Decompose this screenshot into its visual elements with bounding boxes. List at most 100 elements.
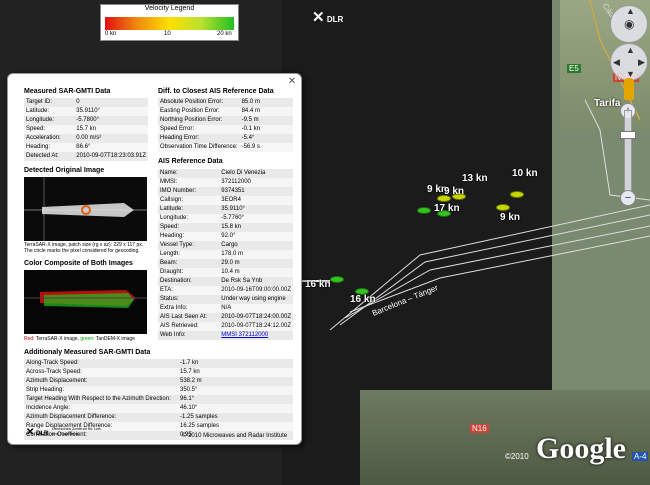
row-key: Heading: — [158, 232, 220, 241]
legend-tick: 20 kn — [217, 31, 232, 37]
row-key: Vessel Type: — [158, 241, 220, 250]
row-key: MMSI: — [158, 178, 220, 187]
arrow-right-icon[interactable]: ▶ — [638, 57, 645, 68]
ship-marker[interactable] — [496, 204, 510, 211]
zoom-slider[interactable] — [624, 110, 632, 197]
table-row: Destination: De Rsk Sa Ynb — [158, 277, 293, 286]
caption-red-label: Red: — [24, 336, 35, 342]
arrow-left-icon[interactable]: ◀ — [613, 57, 620, 68]
ship-speed-label: 17 kn — [434, 203, 460, 214]
additional-title: Additionaly Measured SAR-GMTI Data — [24, 349, 151, 356]
row-key: Incidence Angle: — [24, 404, 178, 413]
eye-icon: ◉ — [624, 17, 635, 31]
row-key: Target Heading With Respect to the Azimu… — [24, 395, 178, 404]
row-value: Cielo Di Venezia — [219, 169, 293, 178]
caption-end: TanDEM-X image — [94, 336, 135, 342]
row-key: Longitude: — [24, 116, 75, 125]
row-value: -5.4° — [239, 134, 293, 143]
row-key: Draught: — [158, 268, 220, 277]
ship-speed-label: 16 kn — [350, 294, 376, 305]
dlr-map-label: DLR — [326, 15, 344, 24]
table-row: Vessel Type: Cargo — [158, 241, 293, 250]
row-key: Web Info: — [158, 331, 220, 340]
table-row: Along-Track Speed: -1.7 kn — [24, 359, 293, 368]
row-key: Length: — [158, 250, 220, 259]
ship-marker[interactable] — [330, 276, 344, 283]
row-value: 15.7 kn — [178, 368, 293, 377]
row-value: 85.0 m — [239, 98, 293, 107]
caption-mid: TerraSAR-X image, — [34, 336, 81, 342]
ship-marker[interactable] — [437, 195, 451, 202]
row-value: 15.8 kn — [219, 223, 293, 232]
row-key: Along-Track Speed: — [24, 359, 178, 368]
row-value: -9.5 m — [239, 116, 293, 125]
table-row: Speed: 15.8 kn — [158, 223, 293, 232]
dlr-panel-logo: ✕ DLR — [26, 427, 48, 438]
table-row: Beam: 29.0 m — [158, 259, 293, 268]
dlr-logo-text: DLR — [36, 431, 49, 437]
ship-info-balloon: ✕ Measured SAR-GMTI Data Target ID: 0 Lati… — [7, 73, 302, 445]
look-control[interactable]: ▲ ◉ — [610, 5, 648, 43]
town-tarifa[interactable]: Tarifa — [594, 98, 621, 109]
pegman-icon[interactable] — [624, 78, 634, 100]
move-control[interactable]: ▲ ▼ ◀ ▶ — [610, 43, 648, 81]
row-value: 2010-09-16T09:00:00.00Z — [219, 286, 293, 295]
row-value: -5.7800° — [74, 116, 148, 125]
row-value: 92.0° — [219, 232, 293, 241]
table-row: AIS Last Seen At: 2010-09-07T18:24:00.00Z — [158, 313, 293, 322]
zoom-slider-thumb[interactable] — [620, 131, 636, 139]
row-value: -56.9 s — [239, 143, 293, 152]
velocity-legend: Velocity Legend 0 kn 10 20 kn — [100, 4, 239, 41]
composite-title: Color Composite of Both Images — [24, 260, 133, 267]
ais-table: Name: Cielo Di Venezia MMSI: 372112000 IMO N… — [158, 169, 293, 340]
table-row: Target Heading With Respect to the Azimu… — [24, 395, 293, 404]
row-value: -1.7 kn — [178, 359, 293, 368]
row-value: Under way using engine — [219, 295, 293, 304]
table-row: Strip Heading: 350.5° — [24, 386, 293, 395]
row-key: Latitude: — [158, 205, 220, 214]
table-row: Name: Cielo Di Venezia — [158, 169, 293, 178]
row-value: 178.0 m — [219, 250, 293, 259]
arrow-up-icon[interactable]: ▲ — [626, 45, 635, 55]
composite-caption: Red: TerraSAR-X image, green: TanDEM-X i… — [24, 336, 154, 342]
table-row: Target ID: 0 — [24, 98, 148, 107]
table-row: Across-Track Speed: 15.7 kn — [24, 368, 293, 377]
road-label-a4: A-4 — [632, 452, 649, 461]
caption-green-label: green: — [80, 336, 95, 342]
row-value: 96.1° — [178, 395, 293, 404]
table-row: IMO Number: 9374351 — [158, 187, 293, 196]
row-key: Longitude: — [158, 214, 220, 223]
row-value: 29.0 m — [219, 259, 293, 268]
row-value: 35.9110° — [219, 205, 293, 214]
row-key: Extra Info: — [158, 304, 220, 313]
zoom-out-button[interactable]: − — [620, 190, 636, 206]
gmti-table: Target ID: 0 Latitude: 35.9110° Longitude: -5… — [24, 98, 148, 161]
row-value: 35.9110° — [74, 107, 148, 116]
detected-image-caption: TerraSAR-X image, patch size (rg x az): … — [24, 242, 144, 254]
ship-marker[interactable] — [417, 207, 431, 214]
row-value: De Rsk Sa Ynb — [219, 277, 293, 286]
row-key: Detected At: — [24, 152, 75, 161]
table-row: Absolute Position Error: 85.0 m — [158, 98, 293, 107]
row-value: -0.1 kn — [239, 125, 293, 134]
table-row: Heading: 86.6° — [24, 143, 148, 152]
row-value: 372112000 — [219, 178, 293, 187]
close-icon[interactable]: ✕ — [287, 77, 297, 87]
row-key: AIS Retrieved: — [158, 322, 220, 331]
row-key: Strip Heading: — [24, 386, 178, 395]
row-key: Beam: — [158, 259, 220, 268]
ship-marker[interactable] — [510, 191, 524, 198]
row-key: Callsign: — [158, 196, 220, 205]
table-row: Callsign: 3EOR4 — [158, 196, 293, 205]
row-key: Speed Error: — [158, 125, 240, 134]
table-row: Heading: 92.0° — [158, 232, 293, 241]
row-value: 16.25 samples — [178, 422, 293, 431]
compass-north-icon[interactable]: ▲ — [626, 6, 635, 16]
color-composite-image — [24, 270, 147, 334]
row-value: Cargo — [219, 241, 293, 250]
table-row: Acceleration: 0.00 m/s² — [24, 134, 148, 143]
row-key: AIS Last Seen At: — [158, 313, 220, 322]
mmsi-web-link[interactable]: MMSI 372112000 — [221, 332, 268, 338]
dlr-logo-icon: ✕ — [26, 427, 35, 438]
row-key: Heading Error: — [158, 134, 240, 143]
